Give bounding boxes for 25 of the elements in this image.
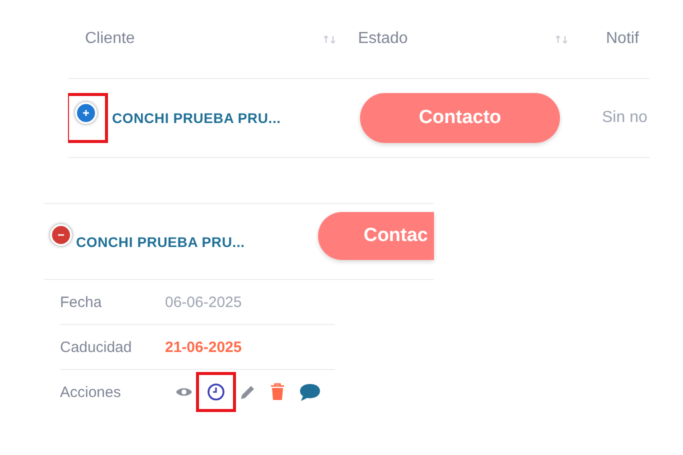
trash-icon — [270, 383, 285, 401]
column-header[interactable]: Cliente — [85, 30, 135, 48]
expand-button[interactable] — [75, 102, 97, 124]
detail-label: Fecha — [60, 294, 103, 310]
client-name[interactable]: CONCHI PRUEBA PRU... — [76, 234, 245, 250]
delete-action-button[interactable] — [270, 383, 285, 401]
client-name[interactable]: CONCHI PRUEBA PRU... — [112, 110, 281, 126]
column-header[interactable]: Notif — [606, 30, 639, 48]
pencil-icon — [239, 384, 256, 400]
clock-icon — [207, 383, 225, 401]
plus-icon — [82, 109, 90, 117]
comment-action-button[interactable] — [299, 382, 321, 402]
status-button[interactable]: Contac — [318, 212, 434, 260]
speech-bubble-icon — [299, 382, 321, 402]
status-button[interactable]: Contacto — [360, 93, 560, 143]
detail-value: 06-06-2025 — [165, 294, 242, 310]
column-header[interactable]: Estado — [358, 30, 408, 48]
view-action-button[interactable] — [175, 386, 193, 398]
detail-label: Caducidad — [60, 338, 133, 356]
detail-value: 21-06-2025 — [165, 338, 242, 356]
collapse-button[interactable] — [50, 224, 72, 246]
edit-action-button[interactable] — [239, 384, 256, 400]
notification-text: Sin no — [602, 109, 648, 127]
detail-label: Acciones — [60, 384, 122, 400]
eye-icon — [175, 386, 193, 398]
